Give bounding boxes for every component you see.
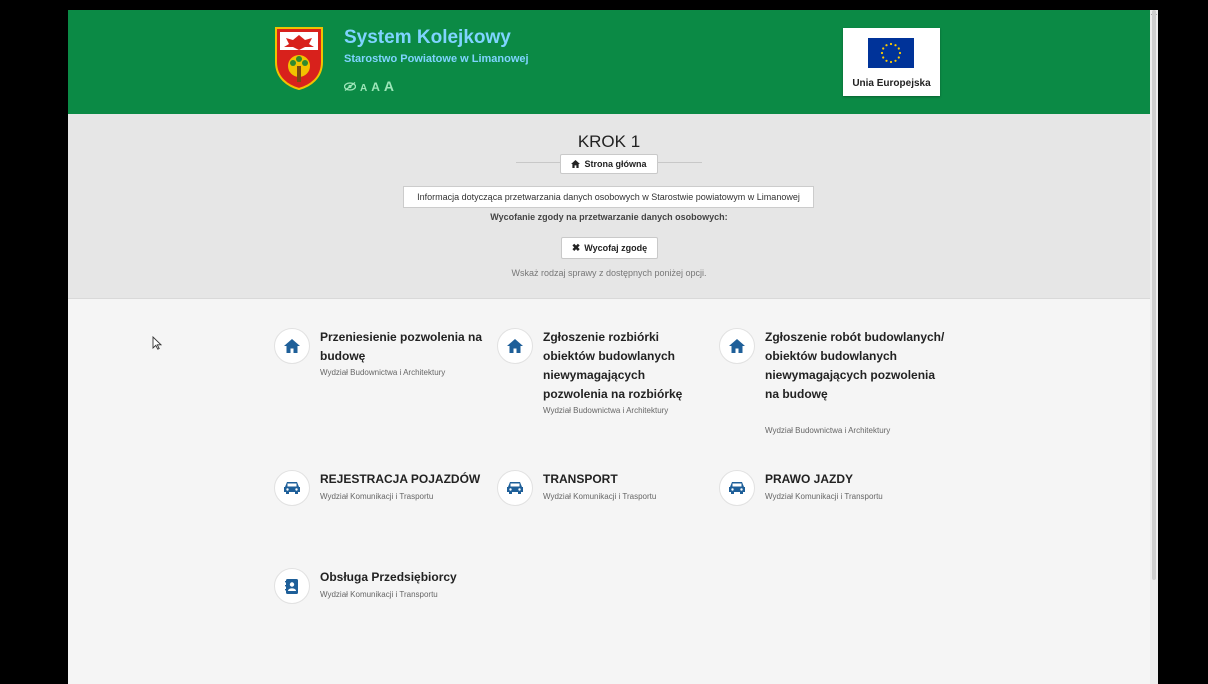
service-title: Zgłoszenie robót budowlanych/ obiektów b…: [765, 330, 945, 401]
close-icon: ✖: [571, 242, 581, 254]
service-department: Wydział Komunikacji i Transportu: [765, 492, 883, 501]
service-item-transport[interactable]: TRANSPORT Wydział Komunikacji i Trasport…: [497, 470, 712, 510]
home-icon: [571, 160, 581, 168]
service-item-building-permit-transfer[interactable]: Przeniesienie pozwolenia na budowę Wydzi…: [274, 328, 489, 388]
home-icon: [274, 328, 310, 364]
scrollbar-thumb[interactable]: [1152, 10, 1156, 580]
page-scrollbar[interactable]: [1150, 10, 1158, 684]
browser-viewport: System Kolejkowy Starostwo Powiatowe w L…: [68, 10, 1150, 684]
service-department: Wydział Budownictwa i Architektury: [765, 426, 891, 435]
eye-slash-icon[interactable]: [343, 81, 357, 94]
coat-of-arms-logo: [275, 27, 323, 90]
accessibility-controls: A A A: [343, 78, 394, 94]
service-item-driving-license[interactable]: PRAWO JAZDY Wydział Komunikacji i Transp…: [719, 470, 934, 510]
withdraw-consent-label: Wycofaj zgodę: [584, 243, 648, 253]
eu-label: Unia Europejska: [852, 78, 931, 89]
service-item-business-support[interactable]: Obsługa Przedsiębiorcy Wydział Komunikac…: [274, 568, 489, 608]
service-department: Wydział Budownictwa i Architektury: [543, 406, 669, 415]
car-icon: [274, 470, 310, 506]
step-title: KROK 1: [577, 132, 641, 151]
font-size-large-toggle[interactable]: A: [384, 78, 394, 94]
instruction-text: Wskaż rodzaj sprawy z dostępnych poniżej…: [511, 268, 707, 278]
service-title: Zgłoszenie rozbiórki obiektów budowlanyc…: [543, 330, 683, 401]
divider-right: [658, 162, 702, 163]
service-item-construction-works-notice[interactable]: Zgłoszenie robót budowlanych/ obiektów b…: [719, 328, 949, 448]
service-department: Wydział Komunikacji i Trasportu: [320, 492, 434, 501]
service-title: Obsługa Przedsiębiorcy: [320, 570, 457, 584]
service-title: TRANSPORT: [543, 472, 618, 486]
service-title: REJESTRACJA POJAZDÓW: [320, 472, 481, 486]
service-department: Wydział Komunikacji i Trasportu: [543, 492, 657, 501]
mouse-cursor-icon: [152, 336, 162, 350]
divider-left: [516, 162, 560, 163]
eu-logo: Unia Europejska: [843, 28, 940, 96]
home-button-label: Strona główna: [584, 159, 647, 169]
font-size-medium-toggle[interactable]: A: [371, 80, 380, 94]
home-button[interactable]: Strona główna: [560, 154, 658, 174]
car-icon: [719, 470, 755, 506]
site-header: System Kolejkowy Starostwo Powiatowe w L…: [68, 10, 1150, 114]
service-department: Wydział Budownictwa i Architektury: [320, 368, 446, 377]
step-panel: KROK 1 Strona główna Informacja dotycząc…: [68, 114, 1150, 299]
eu-flag-icon: [868, 38, 914, 68]
contact-book-icon: [274, 568, 310, 604]
font-size-small-toggle[interactable]: A: [360, 83, 367, 94]
site-title: System Kolejkowy: [344, 27, 511, 48]
home-icon: [719, 328, 755, 364]
service-department: Wydział Komunikacji i Transportu: [320, 590, 438, 599]
service-title: PRAWO JAZDY: [765, 472, 854, 486]
consent-withdrawal-label: Wycofanie zgody na przetwarzanie danych …: [490, 212, 728, 222]
withdraw-consent-button[interactable]: ✖ Wycofaj zgodę: [561, 237, 658, 259]
data-processing-info-button[interactable]: Informacja dotycząca przetwarzania danyc…: [403, 186, 814, 208]
service-item-demolition-notice[interactable]: Zgłoszenie rozbiórki obiektów budowlanyc…: [497, 328, 712, 428]
home-icon: [497, 328, 533, 364]
site-subtitle: Starostwo Powiatowe w Limanowej: [344, 53, 529, 65]
car-icon: [497, 470, 533, 506]
service-item-vehicle-registration[interactable]: REJESTRACJA POJAZDÓW Wydział Komunikacji…: [274, 470, 489, 510]
service-title: Przeniesienie pozwolenia na budowę: [320, 330, 483, 363]
